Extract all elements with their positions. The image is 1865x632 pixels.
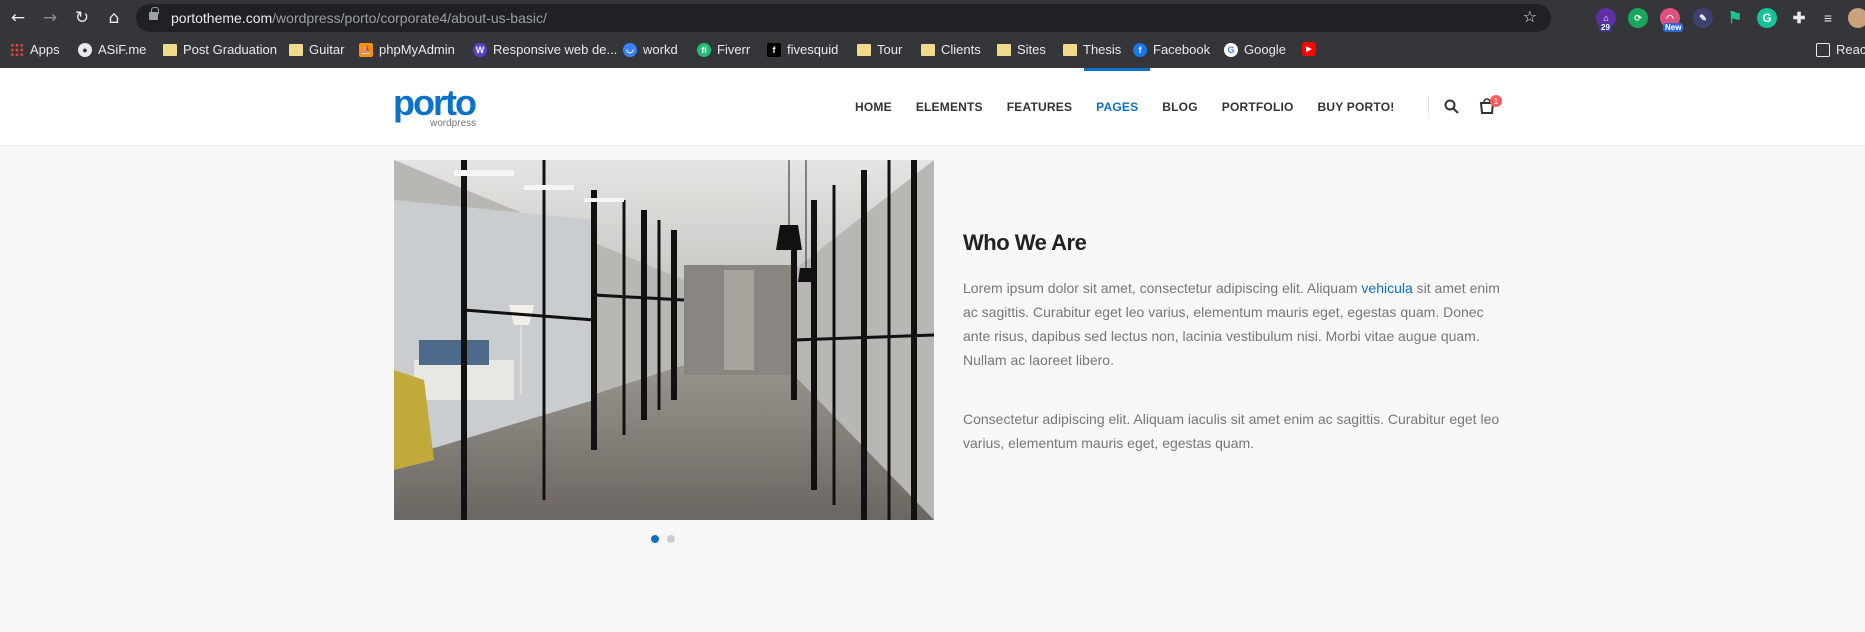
media-control-icon[interactable]: ≡ bbox=[1818, 8, 1838, 28]
youtube-icon: ▶ bbox=[1302, 42, 1316, 56]
cart-count-badge: 1 bbox=[1490, 95, 1502, 107]
secondary-paragraph: Consectetur adipiscing elit. Aliquam iac… bbox=[963, 411, 1500, 451]
folder-icon bbox=[857, 43, 871, 56]
bookmark-apps[interactable]: Apps bbox=[10, 42, 60, 57]
reading-list-icon bbox=[1816, 42, 1830, 57]
back-icon[interactable]: ← bbox=[6, 6, 30, 30]
extension-3-icon[interactable]: ◠ New bbox=[1660, 8, 1684, 32]
bookmark-tour[interactable]: Tour bbox=[857, 42, 902, 57]
porto-logo[interactable]: porto wordpress bbox=[393, 85, 477, 130]
extension-4-icon[interactable]: ✎ bbox=[1693, 8, 1713, 28]
nav-home[interactable]: HOME bbox=[855, 68, 892, 146]
bookmark-clients[interactable]: Clients bbox=[921, 42, 981, 57]
nav-buy-porto[interactable]: BUY PORTO! bbox=[1318, 68, 1395, 146]
carousel-dots bbox=[651, 535, 675, 543]
nav-pages[interactable]: PAGES bbox=[1084, 68, 1151, 146]
bookmark-star-icon[interactable]: ☆ bbox=[1523, 7, 1537, 26]
extension-1-icon[interactable]: ⌂ 29 bbox=[1596, 8, 1616, 32]
bookmark-google[interactable]: G Google bbox=[1224, 42, 1286, 57]
apps-grid-icon bbox=[10, 42, 24, 57]
bookmark-guitar[interactable]: Guitar bbox=[289, 42, 344, 57]
reading-list[interactable]: Reac bbox=[1816, 42, 1865, 57]
browser-chrome: ← → ↻ ⌂ portotheme.com/wordpress/porto/c… bbox=[0, 0, 1865, 68]
bookmark-youtube[interactable]: ▶ bbox=[1302, 42, 1322, 56]
carousel-dot-1[interactable] bbox=[651, 535, 659, 543]
browser-toolbar: ← → ↻ ⌂ portotheme.com/wordpress/porto/c… bbox=[0, 0, 1865, 36]
fivesquid-icon: f bbox=[767, 42, 781, 57]
office-hallway-image bbox=[394, 160, 934, 520]
bookmark-sites[interactable]: Sites bbox=[997, 42, 1046, 57]
nav-features[interactable]: FEATURES bbox=[1007, 68, 1072, 146]
bookmark-asif[interactable]: ● ASiF.me bbox=[78, 42, 146, 57]
folder-icon bbox=[163, 43, 177, 56]
bookmark-post-graduation[interactable]: Post Graduation bbox=[163, 42, 277, 57]
nav-portfolio[interactable]: PORTFOLIO bbox=[1222, 68, 1294, 146]
facebook-icon: f bbox=[1133, 42, 1147, 57]
vehicula-link[interactable]: vehicula bbox=[1361, 280, 1412, 296]
extensions-puzzle-icon[interactable]: ✚ bbox=[1789, 8, 1809, 28]
folder-icon bbox=[289, 43, 303, 56]
url-text[interactable]: portotheme.com/wordpress/porto/corporate… bbox=[171, 10, 547, 26]
who-we-are-section: Who We Are Lorem ipsum dolor sit amet, c… bbox=[963, 230, 1508, 455]
lock-icon[interactable] bbox=[149, 7, 159, 20]
bookmark-workd[interactable]: ◡ workd bbox=[623, 42, 678, 57]
bookmark-facebook[interactable]: f Facebook bbox=[1133, 42, 1210, 57]
folder-icon bbox=[997, 43, 1011, 56]
folder-icon bbox=[921, 43, 935, 56]
intro-paragraph: Lorem ipsum dolor sit amet, consectetur … bbox=[963, 280, 1500, 368]
carousel-dot-2[interactable] bbox=[667, 535, 675, 543]
bookmark-responsive-web[interactable]: W Responsive web de... bbox=[473, 42, 617, 57]
workd-icon: ◡ bbox=[623, 42, 637, 57]
bookmark-thesis[interactable]: Thesis bbox=[1063, 42, 1121, 57]
main-nav: HOME ELEMENTS FEATURES PAGES BLOG PORTFO… bbox=[855, 68, 1418, 146]
globe-icon: ● bbox=[78, 42, 92, 57]
home-icon[interactable]: ⌂ bbox=[102, 6, 126, 30]
extension-2-icon[interactable]: ⟳ bbox=[1628, 8, 1648, 28]
phpmyadmin-icon: ⛵ bbox=[359, 42, 373, 57]
google-icon: G bbox=[1224, 42, 1238, 57]
bookmark-fiverr[interactable]: fi Fiverr bbox=[697, 42, 750, 57]
nav-elements[interactable]: ELEMENTS bbox=[916, 68, 983, 146]
extension-5-icon[interactable]: ⚑ bbox=[1725, 8, 1745, 28]
site-header: porto wordpress HOME ELEMENTS FEATURES P… bbox=[0, 68, 1865, 146]
address-bar[interactable]: portotheme.com/wordpress/porto/corporate… bbox=[136, 4, 1551, 32]
reload-icon[interactable]: ↻ bbox=[70, 6, 94, 30]
bookmarks-bar: Apps ● ASiF.me Post Graduation Guitar ⛵ ph… bbox=[0, 36, 1865, 66]
nav-blog[interactable]: BLOG bbox=[1162, 68, 1197, 146]
fiverr-icon: fi bbox=[697, 42, 711, 57]
search-icon[interactable] bbox=[1444, 99, 1459, 114]
nav-divider bbox=[1428, 96, 1429, 118]
bookmark-fivesquid[interactable]: f fivesquid bbox=[767, 42, 838, 57]
w-logo-icon: W bbox=[473, 42, 487, 57]
section-heading: Who We Are bbox=[963, 230, 1087, 255]
grammarly-icon[interactable]: G bbox=[1757, 8, 1777, 28]
folder-icon bbox=[1063, 43, 1077, 56]
profile-avatar[interactable] bbox=[1848, 8, 1865, 28]
forward-icon[interactable]: → bbox=[38, 6, 62, 30]
bookmark-phpmyadmin[interactable]: ⛵ phpMyAdmin bbox=[359, 42, 455, 57]
